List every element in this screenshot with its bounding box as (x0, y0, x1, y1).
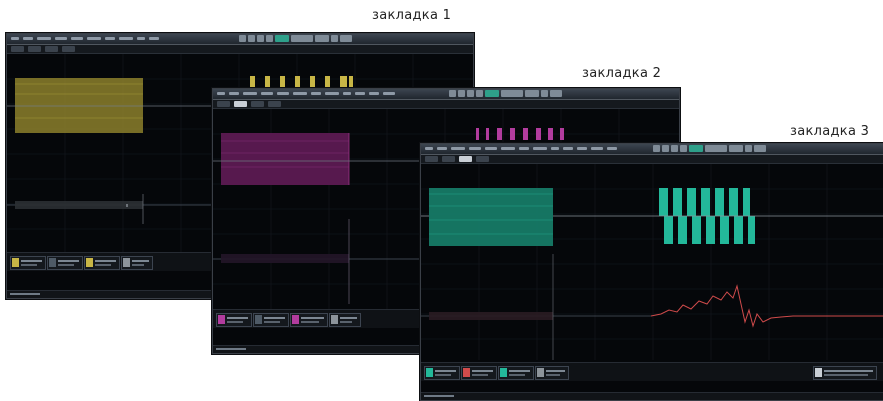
status-bar (421, 392, 883, 400)
tab-1[interactable] (11, 46, 24, 52)
readout-channel-3[interactable] (290, 313, 328, 327)
run-stop-icon[interactable] (275, 35, 289, 42)
toolbar-icon[interactable] (239, 35, 246, 42)
caption-tab-2: закладка 2 (582, 66, 662, 81)
tab-4[interactable] (268, 101, 281, 107)
oscilloscope-window-3[interactable] (420, 143, 883, 401)
tab-2[interactable] (442, 156, 455, 162)
toolbar-icon[interactable] (449, 90, 456, 97)
run-stop-icon[interactable] (485, 90, 499, 97)
tab-strip[interactable] (7, 45, 473, 54)
menu-bar[interactable] (7, 34, 473, 45)
toolbar-icon[interactable] (653, 145, 660, 152)
readout-channel-2[interactable] (461, 366, 497, 380)
readout-channel-1[interactable] (216, 313, 252, 327)
menu-bar[interactable] (213, 89, 679, 100)
readout-timebase[interactable] (329, 313, 361, 327)
toolbar[interactable] (653, 145, 766, 153)
menu-bar[interactable] (421, 144, 883, 155)
tab-3[interactable] (45, 46, 58, 52)
tab-2[interactable] (234, 101, 247, 107)
readout-channel-1[interactable] (424, 366, 460, 380)
trigger-icon[interactable] (745, 145, 752, 152)
readout-status[interactable] (813, 366, 877, 380)
readout-channel-1[interactable] (10, 256, 46, 270)
tab-3[interactable] (251, 101, 264, 107)
tab-1[interactable] (425, 156, 438, 162)
readout-panel[interactable] (421, 362, 883, 381)
readout-channel-3[interactable] (498, 366, 534, 380)
readout-timebase[interactable] (535, 366, 569, 380)
toolbar[interactable] (239, 35, 352, 43)
readout-timebase[interactable] (121, 256, 153, 270)
math-trace (650, 284, 883, 328)
trigger-icon[interactable] (541, 90, 548, 97)
channel-1-burst (15, 78, 143, 133)
tab-4[interactable] (476, 156, 489, 162)
tab-strip[interactable] (421, 155, 883, 164)
readout-channel-2[interactable] (253, 313, 289, 327)
caption-tab-1: закладка 1 (372, 8, 452, 23)
toolbar[interactable] (449, 90, 562, 98)
run-stop-icon[interactable] (689, 145, 703, 152)
trigger-icon[interactable] (331, 35, 338, 42)
tab-3[interactable] (459, 156, 472, 162)
waveform-display[interactable] (421, 164, 883, 360)
readout-channel-2[interactable] (47, 256, 83, 270)
tab-strip[interactable] (213, 100, 679, 109)
tab-1[interactable] (217, 101, 230, 107)
caption-tab-3: закладка 3 (790, 124, 870, 139)
tab-2[interactable] (28, 46, 41, 52)
channel-1-burst (429, 188, 553, 246)
tab-4[interactable] (62, 46, 75, 52)
readout-channel-3[interactable] (84, 256, 120, 270)
